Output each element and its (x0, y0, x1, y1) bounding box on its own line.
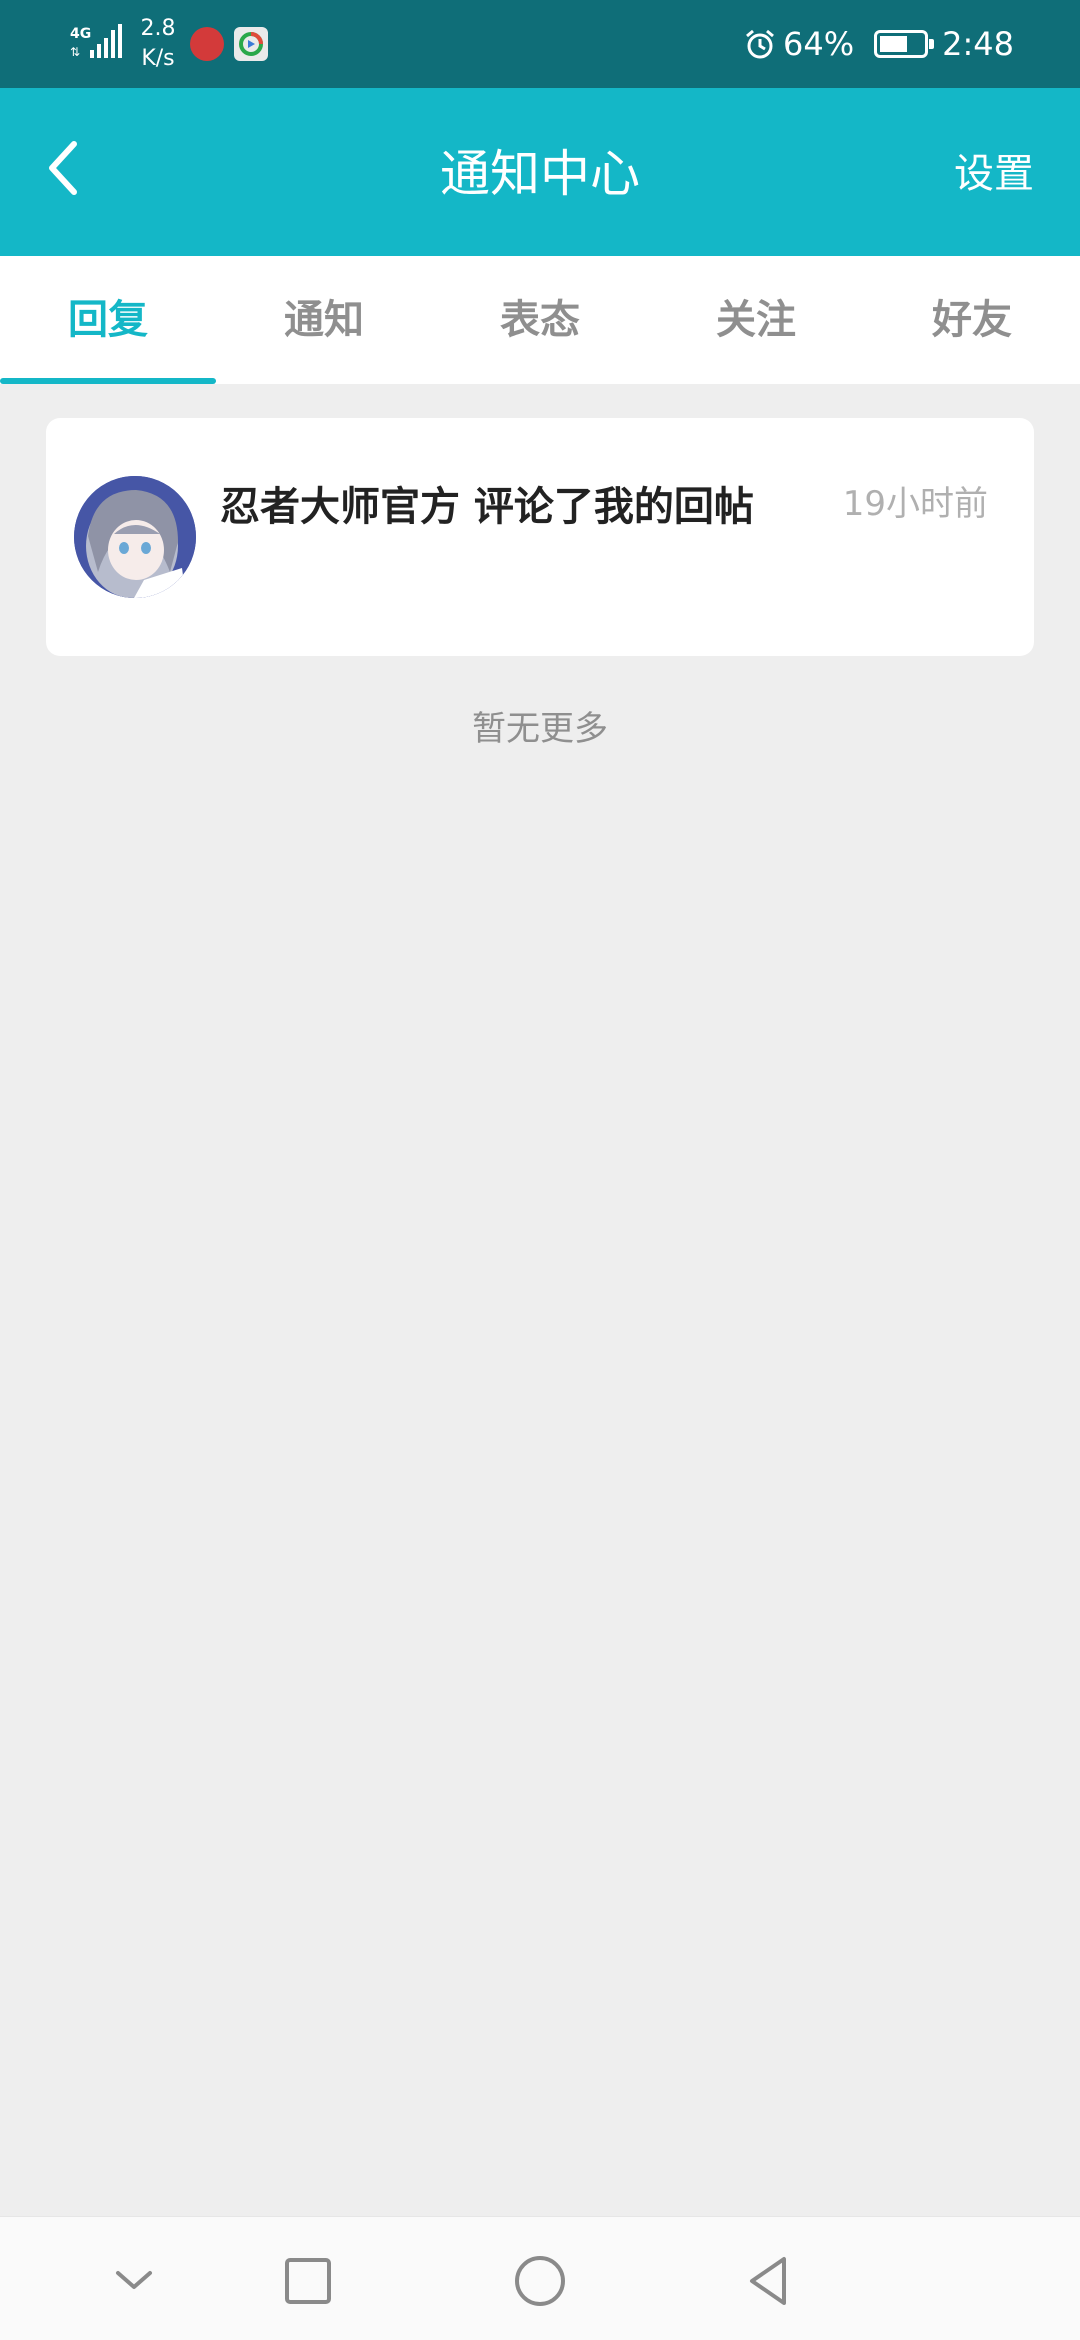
tab-reaction[interactable]: 表态 (432, 256, 648, 384)
battery-percent: 64% (783, 25, 855, 63)
svg-text:⇅: ⇅ (70, 45, 80, 59)
tab-notice[interactable]: 通知 (216, 256, 432, 384)
notification-time: 19小时前 (842, 484, 988, 524)
notification-item[interactable]: 忍者大师官方 评论了我的回帖 19小时前 (46, 418, 1034, 656)
no-more-label: 暂无更多 (472, 709, 608, 749)
tab-reply[interactable]: 回复 (0, 256, 216, 384)
signal-4g-icon: 4G ⇅ (70, 24, 122, 59)
notification-message: 忍者大师官方 评论了我的回帖 (220, 484, 754, 530)
nav-recents-button[interactable] (278, 2251, 338, 2311)
network-speed-value: 2.8 (140, 16, 176, 41)
chevron-down-icon (116, 2271, 152, 2289)
app-notification-icon (234, 27, 268, 61)
clock: 2:48 (942, 25, 1014, 63)
notification-tabs: 回复 通知 表态 关注 好友 (0, 256, 1080, 384)
app-notification-glyph (239, 32, 263, 56)
app-header: 通知中心 设置 (0, 88, 1080, 256)
tab-follow[interactable]: 关注 (648, 256, 864, 384)
status-right-group: 64% 2:48 (743, 20, 1014, 68)
square-icon (285, 2258, 331, 2304)
page-title: 通知中心 (440, 145, 640, 203)
tab-friends[interactable]: 好友 (864, 256, 1080, 384)
svg-text:4G: 4G (70, 26, 91, 42)
triangle-back-icon (750, 2257, 786, 2305)
nav-back-button[interactable] (740, 2251, 800, 2311)
avatar[interactable] (74, 476, 196, 598)
status-bar: 4G ⇅ 2.8 K/s 64% 2:48 (0, 0, 1080, 88)
circle-icon (515, 2256, 565, 2306)
battery-fill (880, 36, 908, 52)
network-speed: 2.8 K/s (140, 14, 176, 74)
avatar-illustration (74, 476, 196, 598)
battery-icon (874, 30, 935, 58)
settings-button[interactable]: 设置 (954, 146, 1034, 202)
alarm-icon (746, 29, 774, 59)
netease-music-icon (190, 27, 224, 61)
system-nav-bar (0, 2216, 1080, 2340)
active-tab-indicator (0, 378, 216, 384)
nav-home-button[interactable] (510, 2251, 570, 2311)
nav-collapse-button[interactable] (104, 2251, 164, 2311)
network-speed-unit: K/s (141, 46, 175, 71)
